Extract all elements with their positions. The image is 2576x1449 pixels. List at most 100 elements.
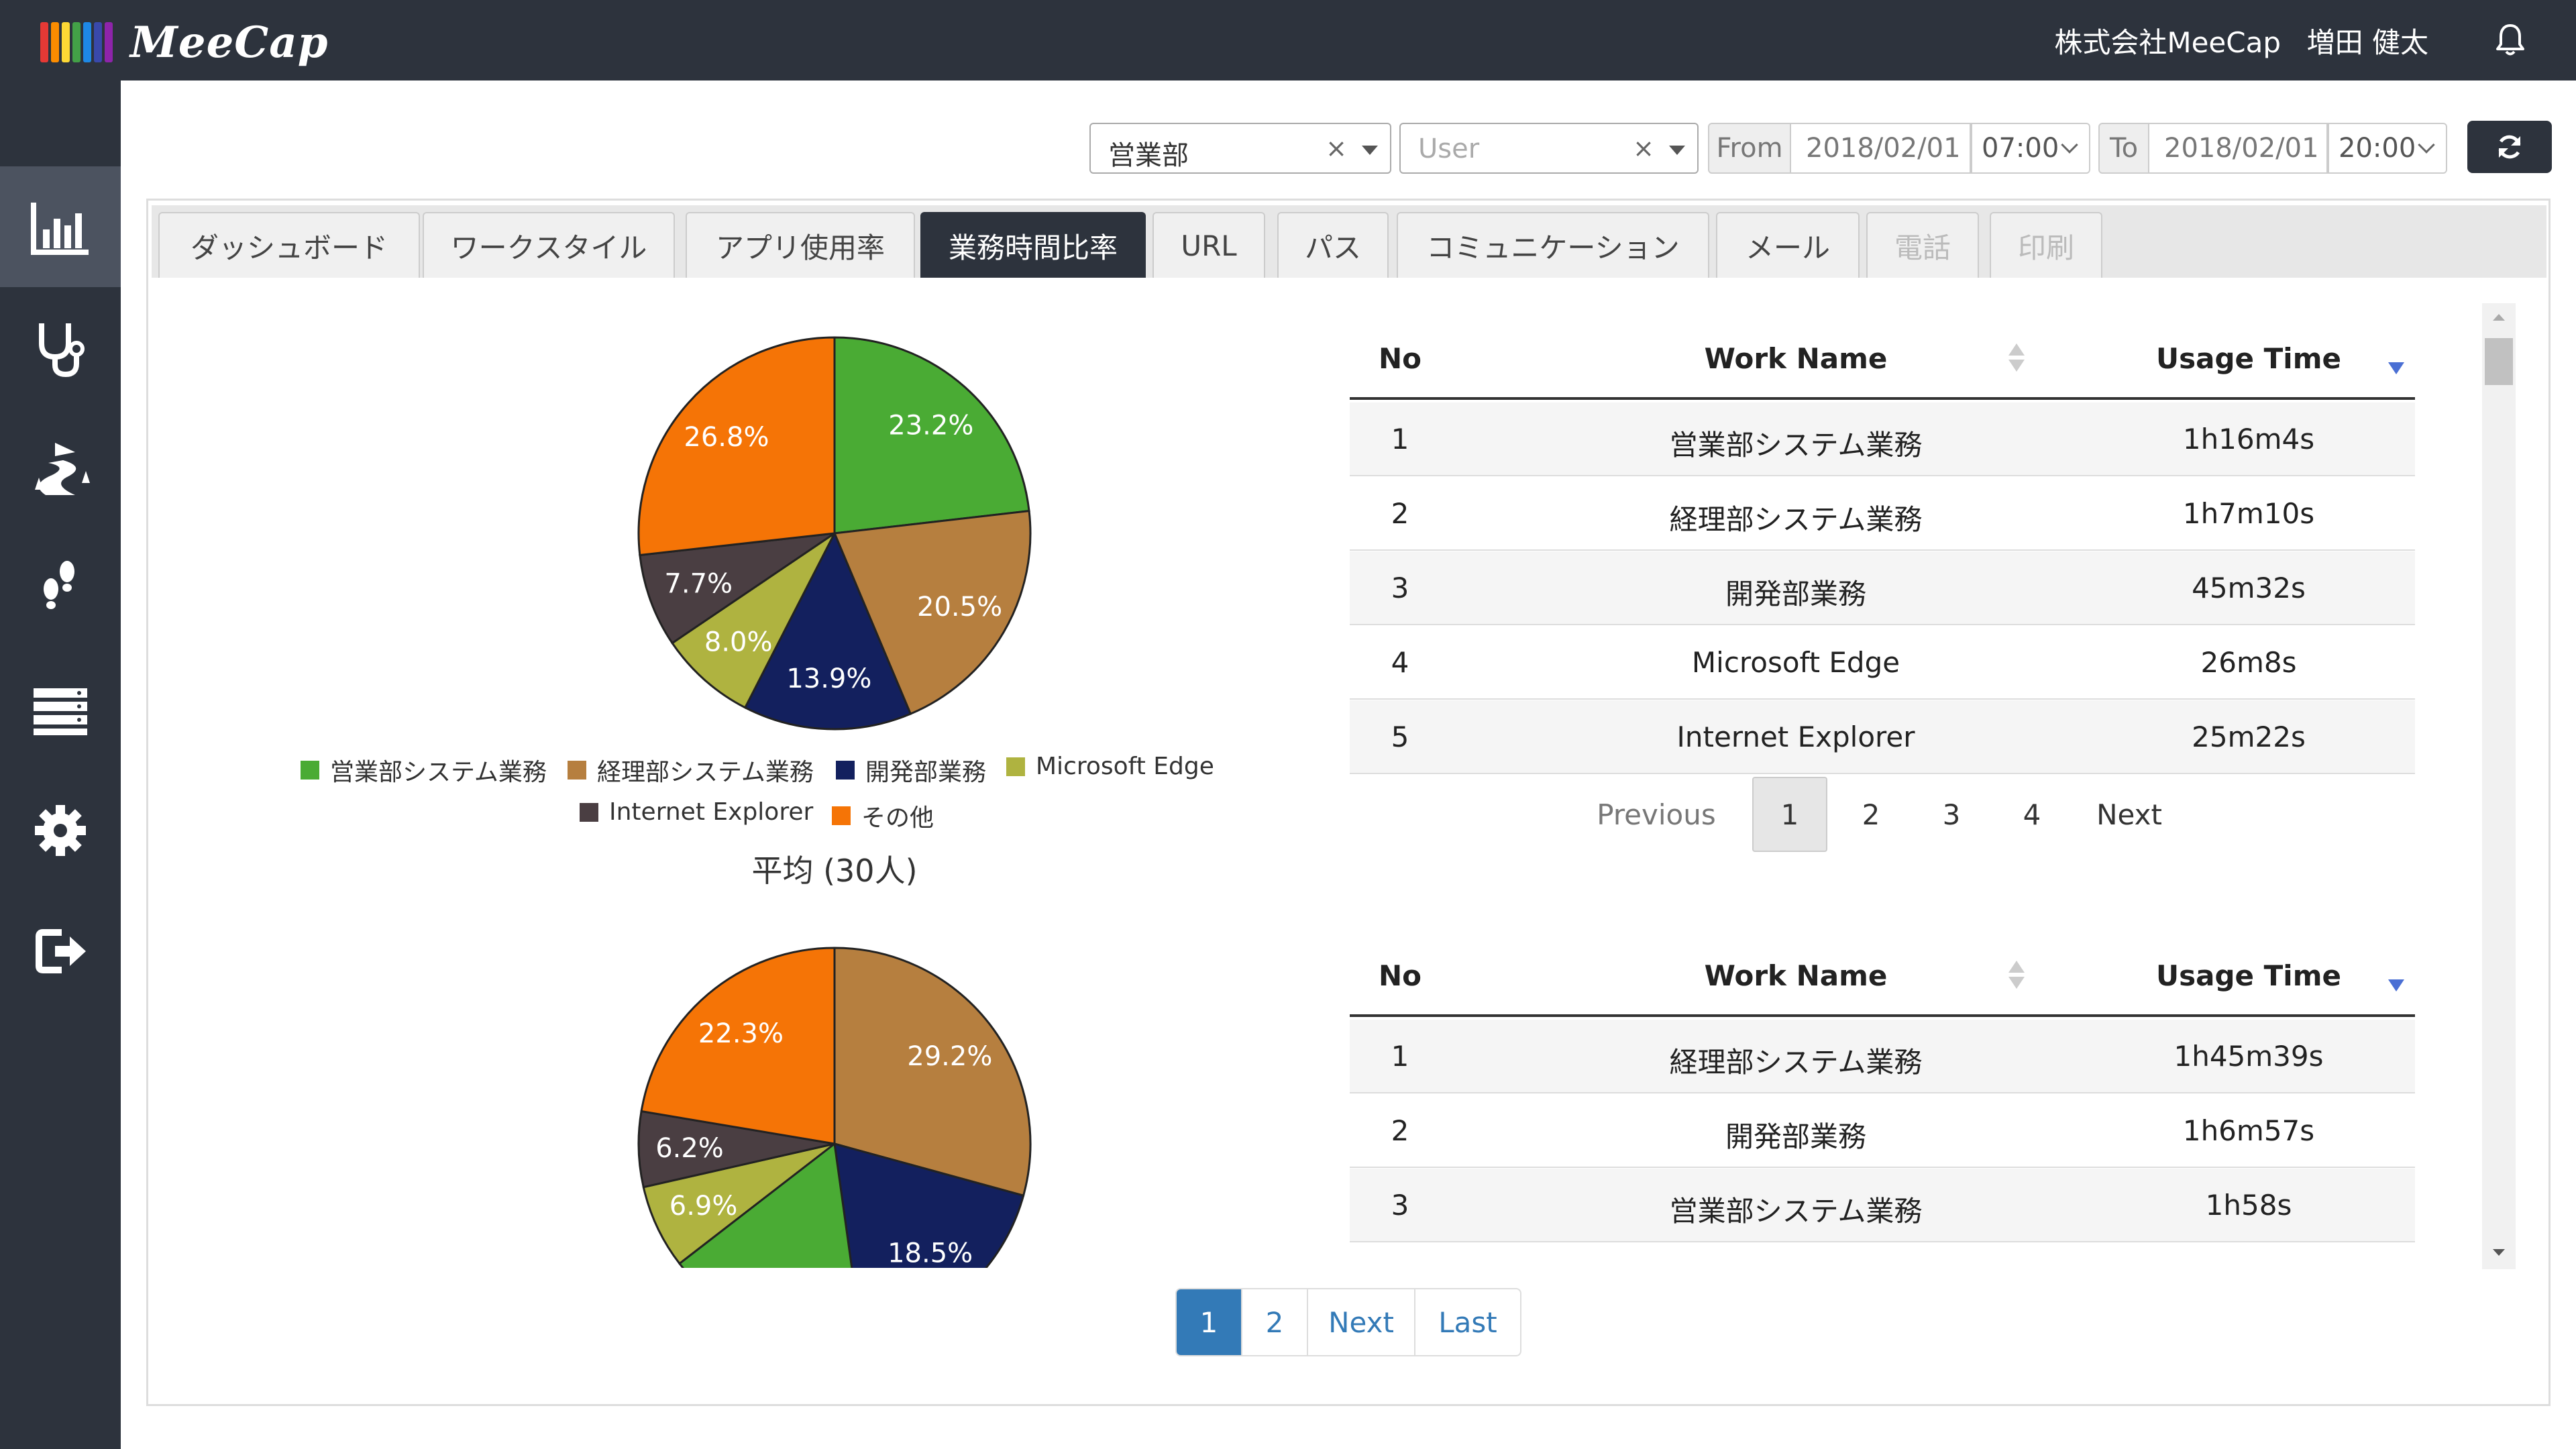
to-time-select[interactable]: 20:00 (2328, 123, 2447, 174)
pager-page-2[interactable]: 2 (1841, 777, 1901, 852)
table1-pagination: Previous 1 2 3 4 Next (1586, 777, 2257, 852)
sidebar-item-list[interactable] (0, 649, 121, 770)
cell-usage-time: 1h58s (2205, 1189, 2292, 1222)
table-row[interactable]: 1 経理部システム業務 1h45m39s (1350, 1020, 2415, 1093)
col-usage-time[interactable]: Usage Time (2088, 959, 2410, 992)
sidebar-item-settings[interactable] (0, 770, 121, 891)
sign-out-icon (36, 929, 86, 973)
table-header: No Work Name Usage Time (1350, 319, 2415, 400)
from-time-select[interactable]: 07:00 (1971, 123, 2090, 174)
table-row[interactable]: 1 営業部システム業務 1h16m4s (1350, 402, 2415, 476)
logo-bar (51, 22, 59, 62)
from-date-input[interactable]: 2018/02/01 (1791, 123, 1971, 174)
chevron-down-icon (2061, 136, 2078, 154)
company-name: 株式会社MeeCap (2054, 26, 2281, 59)
table-row[interactable]: 2 経理部システム業務 1h7m10s (1350, 477, 2415, 551)
tab-mail[interactable]: メール (1716, 212, 1860, 278)
content-scrollbar[interactable] (2482, 303, 2516, 1269)
page-2-button[interactable]: 2 (1242, 1289, 1308, 1355)
content-area: 23.2% 20.5% 13.9% 8.0% 7.7% 26.8% 営業部システム業務 経… (157, 282, 2545, 1268)
cell-no: 3 (1391, 572, 1409, 604)
legend-swatch (832, 806, 851, 825)
table-row[interactable]: 5 Internet Explorer 25m22s (1350, 700, 2415, 774)
department-clear-icon[interactable]: × (1326, 133, 1347, 163)
department-select[interactable]: 営業部 × (1089, 123, 1391, 174)
pie-slice-label: 13.9% (786, 663, 871, 694)
col-work-name[interactable]: Work Name (1551, 959, 2041, 992)
meecap-logo[interactable]: MeeCap (40, 12, 328, 72)
page-1-button[interactable]: 1 (1177, 1289, 1242, 1355)
last-page-button[interactable]: Last (1415, 1289, 1520, 1355)
scroll-up-icon[interactable] (2491, 313, 2506, 322)
cell-no: 2 (1391, 1114, 1409, 1147)
cell-usage-time: 24m58s (2088, 1263, 2410, 1268)
legend-label: 開発部業務 (865, 759, 987, 786)
table-row[interactable]: 4 Microsoft Edge 26m8s (1350, 626, 2415, 700)
table-row[interactable]: 3 営業部システム業務 1h58s (1350, 1169, 2415, 1242)
sidebar-item-health[interactable] (0, 287, 121, 408)
sort-desc-icon[interactable] (2387, 361, 2406, 376)
pager-page-4[interactable]: 4 (2002, 777, 2062, 852)
logo-bar (105, 22, 113, 62)
col-usage-time[interactable]: Usage Time (2088, 342, 2410, 375)
legend-label: Microsoft Edge (1036, 753, 1214, 780)
legend-item[interactable]: 経理部システム業務 (568, 753, 814, 788)
sidebar-item-footprints[interactable] (0, 529, 121, 649)
tab-print: 印刷 (1990, 212, 2102, 278)
sort-desc-icon[interactable] (2387, 978, 2406, 993)
legend-swatch (580, 802, 598, 822)
sidebar-item-journey[interactable] (0, 408, 121, 529)
tab-communication[interactable]: コミュニケーション (1397, 212, 1709, 278)
user-select[interactable]: User × (1399, 123, 1699, 174)
user-clear-icon[interactable]: × (1633, 133, 1654, 163)
to-date-input[interactable]: 2018/02/01 (2149, 123, 2328, 174)
legend-item[interactable]: 開発部業務 (836, 753, 986, 788)
scroll-down-icon[interactable] (2491, 1248, 2506, 1257)
col-no[interactable]: No (1350, 342, 1450, 375)
refresh-icon (2498, 135, 2521, 159)
next-page-button[interactable]: Next (1308, 1289, 1415, 1355)
cell-no: 5 (1391, 720, 1409, 753)
legend-item[interactable]: 営業部システム業務 (301, 753, 547, 788)
sidebar-item-analytics[interactable] (0, 166, 121, 287)
legend-item[interactable]: Internet Explorer (580, 798, 813, 826)
tab-phone: 電話 (1866, 212, 1979, 278)
tab-path[interactable]: パス (1277, 212, 1389, 278)
pager-page-3[interactable]: 3 (1921, 777, 1982, 852)
table-row[interactable]: 4 Microsoft Edge 24m58s (1350, 1243, 2415, 1268)
sidebar-item-logout[interactable] (0, 891, 121, 1012)
table-row[interactable]: 3 開発部業務 45m32s (1350, 551, 2415, 625)
legend-item[interactable]: Microsoft Edge (1006, 753, 1214, 780)
pager-next[interactable]: Next (2082, 777, 2176, 852)
cell-work-name: Internet Explorer (1676, 720, 1915, 753)
tab-work-time-ratio[interactable]: 業務時間比率 (920, 212, 1146, 278)
tab-url[interactable]: URL (1152, 212, 1265, 278)
logo-bar (62, 22, 70, 62)
pager-previous[interactable]: Previous (1586, 777, 1727, 852)
refresh-button[interactable] (2467, 121, 2552, 173)
table-row[interactable]: 2 開発部業務 1h6m57s (1350, 1094, 2415, 1168)
tab-workstyle[interactable]: ワークスタイル (423, 212, 675, 278)
sort-both-icon[interactable] (2007, 342, 2026, 373)
tab-app-usage[interactable]: アプリ使用率 (686, 212, 915, 278)
pager-page-1[interactable]: 1 (1752, 777, 1827, 852)
legend-item[interactable]: その他 (832, 798, 934, 833)
sort-both-icon[interactable] (2007, 959, 2026, 990)
pie-slice-label: 20.5% (917, 592, 1002, 623)
legend-label: 経理部システム業務 (597, 759, 814, 786)
cell-usage-time: 25m22s (2192, 720, 2306, 753)
user-name[interactable]: 増田 健太 (2307, 20, 2428, 61)
scrollbar-thumb[interactable] (2485, 338, 2513, 385)
tab-dashboard[interactable]: ダッシュボード (158, 212, 420, 278)
cell-work-name: 経理部システム業務 (1669, 1046, 1923, 1079)
logo-bar (83, 22, 91, 62)
bell-icon[interactable] (2490, 20, 2530, 60)
cell-no: 3 (1391, 1189, 1409, 1222)
pie-slice-label: 26.8% (684, 422, 769, 453)
pie-chart-user: 29.2% 18.5% 6.9% 6.2% 22.3% (637, 947, 1032, 1268)
logo-text: MeeCap (130, 17, 329, 68)
gear-icon (35, 805, 86, 856)
col-work-name[interactable]: Work Name (1551, 342, 2041, 375)
col-no[interactable]: No (1350, 959, 1450, 992)
from-time-value: 07:00 (1982, 133, 2059, 164)
